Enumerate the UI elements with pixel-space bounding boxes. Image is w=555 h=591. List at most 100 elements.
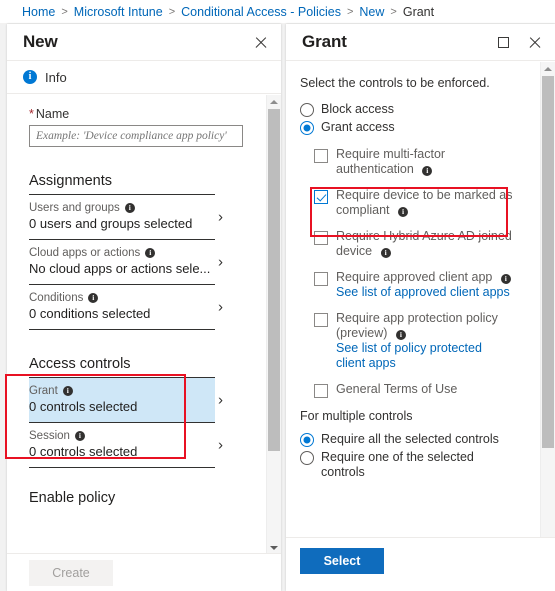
info-icon[interactable]: i [380, 247, 391, 258]
radio-icon[interactable] [300, 103, 314, 117]
access-control-row-grant[interactable]: Grant i 0 controls selected › [29, 378, 223, 422]
info-icon[interactable]: i [500, 273, 511, 284]
checkbox-icon-checked[interactable] [314, 190, 328, 204]
checkbox-require-hybrid-azure-ad-joined[interactable]: Require Hybrid Azure AD joined device i [314, 229, 523, 259]
divider [29, 467, 215, 468]
checkbox-icon[interactable] [314, 149, 328, 163]
info-icon[interactable]: i [145, 248, 156, 258]
close-button[interactable] [250, 32, 272, 54]
name-label-text: Name [35, 107, 70, 121]
checkbox-label: Require device to be marked as compliant [336, 188, 513, 217]
info-bar: i Info [7, 61, 281, 94]
name-field-label: * Name [29, 107, 215, 121]
breadcrumb-separator-icon: > [61, 5, 68, 18]
assignments-heading: Assignments [29, 173, 113, 189]
grant-blade-footer: Select [286, 537, 555, 591]
checkbox-icon[interactable] [314, 231, 328, 245]
assignment-row-cloud-apps-or-actions[interactable]: Cloud apps or actions i No cloud apps or… [29, 240, 223, 284]
radio-icon-selected[interactable] [300, 121, 314, 135]
access-controls-heading: Access controls [29, 356, 131, 372]
radio-require-one-of-selected-controls[interactable]: Require one of the selected controls [300, 450, 523, 480]
row-value: 0 controls selected [29, 444, 138, 459]
grant-intro-text: Select the controls to be enforced. [300, 76, 490, 90]
checkbox-require-app-protection-policy[interactable]: Require app protection policy (preview) … [314, 311, 523, 371]
info-icon[interactable]: i [397, 206, 408, 217]
checkbox-icon[interactable] [314, 272, 328, 286]
checkbox-label: Require app protection policy (preview) [336, 311, 498, 340]
grant-blade-header: Grant [286, 24, 555, 61]
maximize-button[interactable] [492, 32, 514, 54]
left-panel-scrollbar[interactable] [266, 95, 281, 554]
triangle-down-icon [270, 545, 278, 550]
create-button[interactable]: Create [29, 559, 113, 586]
checkbox-label-wrap: Require approved client app i See list of… [336, 270, 511, 300]
checkbox-label-wrap: Require device to be marked as compliant… [336, 188, 514, 218]
chevron-right-icon: › [218, 436, 223, 454]
page-title: New [23, 32, 58, 51]
info-icon[interactable]: i [124, 203, 135, 213]
radio-icon-selected[interactable] [300, 433, 314, 447]
enable-policy-heading: Enable policy [29, 490, 116, 506]
checkbox-label: Require Hybrid Azure AD joined device [336, 229, 512, 258]
breadcrumb-item-home[interactable]: Home [22, 5, 55, 19]
new-blade-footer: Create [7, 553, 281, 591]
name-input[interactable] [29, 125, 243, 147]
radio-label: Require one of the selected controls [321, 450, 474, 479]
divider [29, 329, 215, 330]
row-title-wrap: Users and groups i [29, 202, 215, 214]
row-title: Grant [29, 385, 58, 397]
info-icon[interactable]: i [88, 293, 99, 303]
info-icon[interactable]: i [395, 329, 406, 340]
assignment-row-users-and-groups[interactable]: Users and groups i 0 users and groups se… [29, 195, 223, 239]
breadcrumb-item-conditional-access-policies[interactable]: Conditional Access - Policies [181, 5, 341, 19]
scrollbar-thumb[interactable] [268, 109, 280, 451]
row-title: Users and groups [29, 202, 120, 214]
checkbox-require-device-compliant[interactable]: Require device to be marked as compliant… [314, 188, 523, 218]
breadcrumb: Home > Microsoft Intune > Conditional Ac… [0, 0, 555, 24]
info-icon[interactable]: i [62, 386, 73, 396]
azure-portal-screen: Home > Microsoft Intune > Conditional Ac… [0, 0, 555, 591]
checkbox-require-mfa[interactable]: Require multi-factor authentication i [314, 147, 523, 177]
checkbox-icon[interactable] [314, 384, 328, 398]
access-control-row-session[interactable]: Session i 0 controls selected › [29, 423, 223, 467]
row-title: Cloud apps or actions [29, 247, 141, 259]
grant-blade-header-actions [492, 24, 546, 61]
select-button[interactable]: Select [300, 548, 384, 574]
radio-label: Require all the selected controls [321, 432, 499, 446]
row-title-wrap: Conditions i [29, 292, 215, 304]
radio-block-access[interactable]: Block access [300, 102, 523, 117]
policy-protected-client-apps-link[interactable]: See list of policy protected client apps [336, 341, 514, 371]
radio-require-all-selected-controls[interactable]: Require all the selected controls [300, 432, 523, 447]
breadcrumb-item-grant: Grant [402, 4, 435, 19]
breadcrumb-item-new[interactable]: New [359, 5, 384, 19]
required-marker: * [29, 107, 34, 121]
info-bar-label: Info [45, 69, 67, 85]
grant-blade-scroll-body: Select the controls to be enforced. Bloc… [286, 62, 555, 562]
new-blade-header-actions [250, 24, 272, 61]
scroll-up-button[interactable] [267, 95, 281, 108]
checkbox-require-approved-client-app[interactable]: Require approved client app i See list of… [314, 270, 523, 300]
new-policy-blade: New i Info *Name Assignments [7, 24, 281, 591]
assignment-row-conditions[interactable]: Conditions i 0 conditions selected › [29, 285, 223, 329]
new-blade-content: *Name Assignments Users and groups i 0 u… [7, 95, 243, 506]
multiple-controls-heading: For multiple controls [300, 409, 413, 423]
row-title-wrap: Session i [29, 430, 215, 442]
row-value: No cloud apps or actions sele... [29, 261, 211, 276]
row-title: Conditions [29, 292, 84, 304]
breadcrumb-separator-icon: > [390, 5, 397, 18]
info-icon: i [23, 70, 37, 84]
close-icon [254, 36, 268, 50]
scrollbar-thumb[interactable] [542, 76, 554, 448]
approved-client-apps-link[interactable]: See list of approved client apps [336, 285, 511, 300]
breadcrumb-item-microsoft-intune[interactable]: Microsoft Intune [74, 5, 163, 19]
scroll-up-button[interactable] [541, 62, 555, 75]
info-icon[interactable]: i [74, 431, 85, 441]
checkbox-icon[interactable] [314, 313, 328, 327]
radio-grant-access[interactable]: Grant access [300, 120, 523, 135]
checkbox-general-terms-of-use[interactable]: General Terms of Use [314, 382, 523, 398]
radio-icon[interactable] [300, 451, 314, 465]
close-button[interactable] [524, 32, 546, 54]
checkbox-label-wrap: Require Hybrid Azure AD joined device i [336, 229, 514, 259]
right-panel-scrollbar[interactable] [540, 62, 555, 562]
info-icon[interactable]: i [422, 165, 433, 176]
